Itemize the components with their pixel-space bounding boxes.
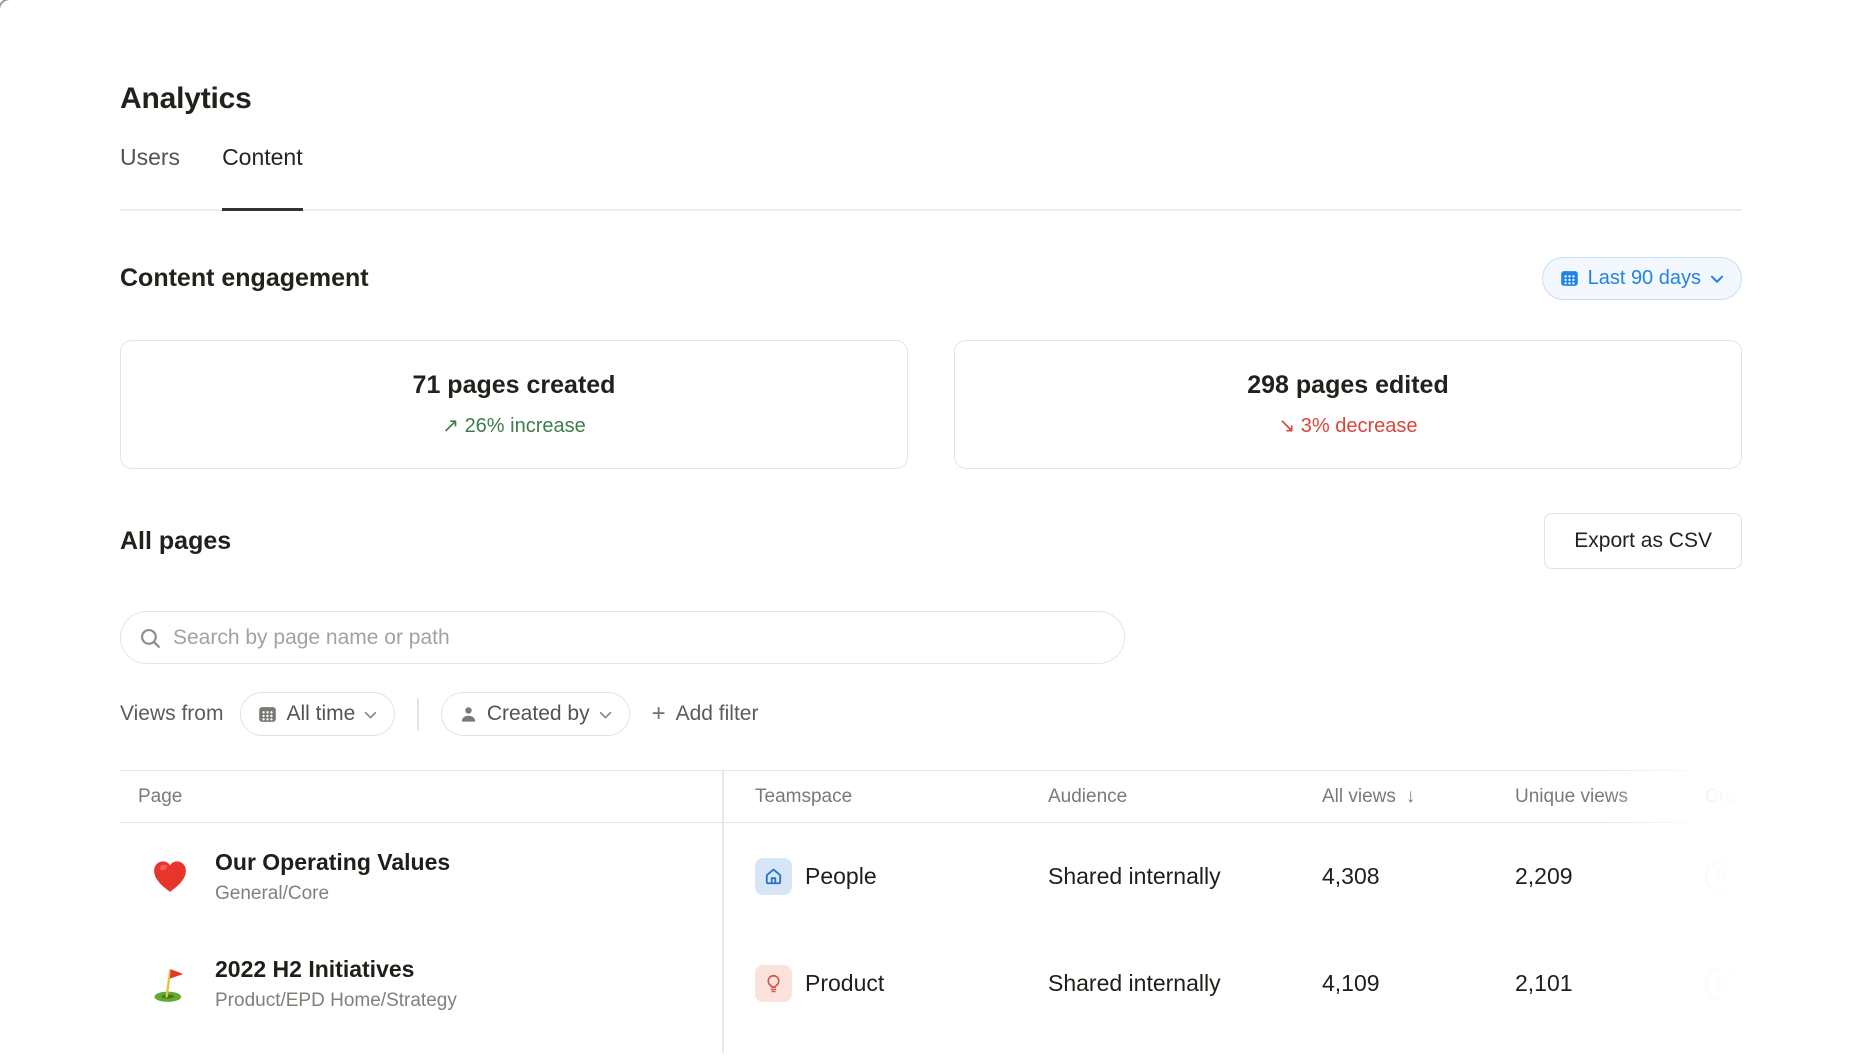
created-by-filter-dropdown[interactable]: Created by	[441, 692, 630, 736]
pages-created-delta: ↗ 26% increase	[442, 413, 586, 438]
table-column-divider	[722, 770, 724, 1053]
search-icon	[139, 627, 161, 649]
audience-cell: Shared internally	[1048, 930, 1322, 1037]
filter-divider	[417, 698, 419, 730]
page-text: Our Operating Values General/Core	[215, 849, 450, 905]
page-path-text: General/Core	[215, 883, 450, 905]
engagement-header-row: Content engagement Last 90 days	[120, 257, 1742, 300]
date-range-dropdown[interactable]: Last 90 days	[1542, 257, 1742, 300]
person-icon	[459, 705, 478, 724]
pages-edited-value: 298 pages edited	[1247, 371, 1448, 400]
column-header-created-truncated[interactable]: Cre	[1705, 771, 1742, 822]
all-pages-heading: All pages	[120, 527, 231, 556]
all-views-label: All views	[1322, 786, 1396, 808]
delta-text: 26% increase	[465, 415, 586, 437]
time-filter-dropdown[interactable]: All time	[240, 692, 395, 736]
page-cell[interactable]: 2022 H2 Initiatives Product/EPD Home/Str…	[120, 930, 722, 1037]
pages-created-card: 71 pages created ↗ 26% increase	[120, 340, 908, 469]
table-row[interactable]: 2022 H2 Initiatives Product/EPD Home/Str…	[120, 930, 1742, 1037]
page-title-text: Our Operating Values	[215, 849, 450, 876]
page-cell[interactable]: Our Operating Values General/Core	[120, 823, 722, 930]
heart-emoji	[150, 857, 190, 897]
filter-bar: Views from All time Created by	[120, 692, 1742, 736]
sort-descending-icon[interactable]: ↓	[1406, 786, 1416, 808]
page-path-text: Product/EPD Home/Strategy	[215, 990, 457, 1012]
tab-bar: Users Content	[120, 144, 1742, 211]
page-search[interactable]	[120, 611, 1125, 664]
delta-text: 3% decrease	[1301, 415, 1418, 437]
tab-users[interactable]: Users	[120, 144, 180, 209]
golf-flag-emoji	[150, 964, 190, 1004]
pages-edited-delta: ↘ 3% decrease	[1278, 413, 1417, 438]
avatar: R	[1705, 967, 1739, 1001]
chevron-down-icon	[599, 711, 612, 720]
audience-cell: Shared internally	[1048, 823, 1322, 930]
trend-up-arrow-icon: ↗	[442, 415, 459, 437]
export-csv-button[interactable]: Export as CSV	[1544, 513, 1742, 569]
column-header-page[interactable]: Page	[120, 771, 722, 822]
teamspace-cell[interactable]: People	[722, 823, 1048, 930]
creator-cell: R	[1705, 930, 1742, 1037]
date-range-label: Last 90 days	[1588, 267, 1701, 290]
search-input[interactable]	[173, 626, 1106, 650]
analytics-page: Analytics Users Content Content engageme…	[0, 0, 1860, 1058]
lightbulb-icon	[755, 965, 792, 1002]
calendar-icon	[1560, 269, 1579, 288]
views-from-label: Views from	[120, 702, 223, 726]
column-header-unique-views[interactable]: Unique views	[1515, 771, 1705, 822]
table-row[interactable]: Our Operating Values General/Core People…	[120, 823, 1742, 930]
all-views-cell: 4,308	[1322, 823, 1515, 930]
page-title-text: 2022 H2 Initiatives	[215, 956, 457, 983]
teamspace-cell[interactable]: Product	[722, 930, 1048, 1037]
pages-table: Page Teamspace Audience All views ↓ Uniq…	[120, 770, 1742, 1053]
creator-cell: R	[1705, 823, 1742, 930]
all-pages-header-row: All pages Export as CSV	[120, 513, 1742, 569]
house-icon	[755, 858, 792, 895]
pages-created-value: 71 pages created	[413, 371, 616, 400]
content-area: Analytics Users Content Content engageme…	[120, 0, 1742, 1053]
window-corner	[0, 0, 12, 12]
trend-down-arrow-icon: ↘	[1278, 415, 1295, 437]
chevron-down-icon	[364, 711, 377, 720]
unique-views-cell: 2,101	[1515, 930, 1705, 1037]
plus-icon: +	[652, 700, 666, 728]
tab-content[interactable]: Content	[222, 144, 303, 209]
column-header-all-views[interactable]: All views ↓	[1322, 771, 1515, 822]
engagement-heading: Content engagement	[120, 264, 369, 293]
page-title: Analytics	[120, 82, 1742, 116]
teamspace-name: Product	[805, 970, 884, 997]
add-filter-button[interactable]: + Add filter	[652, 700, 759, 728]
time-filter-label: All time	[286, 702, 355, 726]
chevron-down-icon	[1710, 275, 1724, 284]
teamspace-name: People	[805, 863, 877, 890]
all-views-cell: 4,109	[1322, 930, 1515, 1037]
add-filter-label: Add filter	[676, 702, 759, 726]
page-text: 2022 H2 Initiatives Product/EPD Home/Str…	[215, 956, 457, 1012]
avatar: R	[1705, 860, 1739, 894]
calendar-icon	[258, 705, 277, 724]
table-header-row: Page Teamspace Audience All views ↓ Uniq…	[120, 770, 1742, 823]
column-header-teamspace[interactable]: Teamspace	[722, 771, 1048, 822]
column-header-audience[interactable]: Audience	[1048, 771, 1322, 822]
pages-edited-card: 298 pages edited ↘ 3% decrease	[954, 340, 1742, 469]
unique-views-cell: 2,209	[1515, 823, 1705, 930]
engagement-cards: 71 pages created ↗ 26% increase 298 page…	[120, 340, 1742, 469]
created-by-filter-label: Created by	[487, 702, 590, 726]
